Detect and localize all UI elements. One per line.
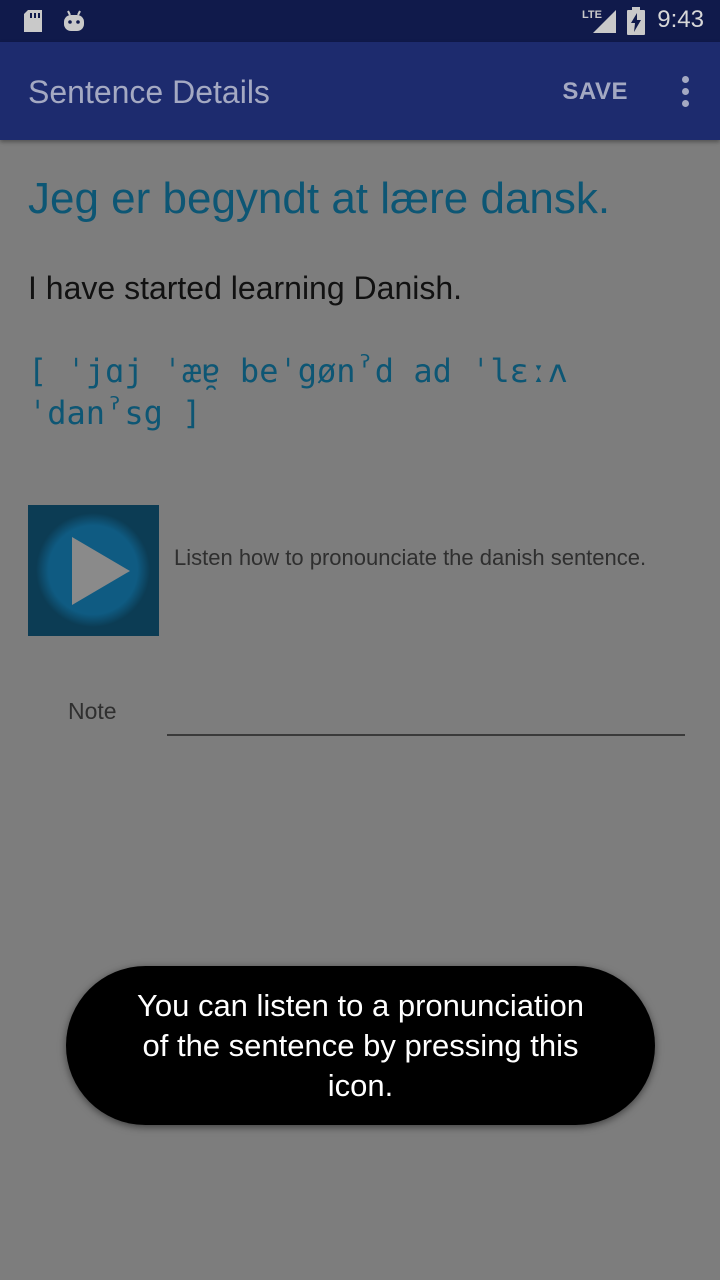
svg-text:LTE: LTE	[582, 9, 602, 21]
lte-signal-icon: LTE	[582, 6, 616, 40]
danish-sentence: Jeg er begyndt at lære dansk.	[28, 174, 611, 223]
android-icon	[62, 9, 86, 37]
ipa-line: ˈdanˀsg ]	[28, 394, 202, 432]
app-bar: Sentence Details SAVE	[0, 42, 720, 140]
toast-message: You can listen to a pronunciation of the…	[137, 987, 584, 1103]
status-bar: LTE 9:43	[0, 0, 720, 42]
clock: 9:43	[657, 6, 704, 33]
note-field[interactable]	[167, 690, 685, 736]
play-icon	[36, 513, 150, 627]
english-translation: I have started learning Danish.	[28, 270, 463, 306]
save-button[interactable]: SAVE	[562, 78, 628, 106]
play-pronunciation-button[interactable]	[28, 505, 159, 636]
overflow-menu-icon[interactable]	[680, 76, 690, 107]
note-label: Note	[68, 698, 117, 724]
battery-charging-icon	[626, 7, 646, 39]
toast: You can listen to a pronunciation of the…	[66, 966, 655, 1125]
listen-description: Listen how to pronounciate the danish se…	[174, 545, 647, 570]
page-title: Sentence Details	[28, 74, 270, 110]
ipa-line: [ ˈjɑj ˈæɐ̯ beˈgønˀd ad ˈlɛːʌ	[28, 352, 568, 390]
ipa-transcription: [ ˈjɑj ˈæɐ̯ beˈgønˀd ad ˈlɛːʌ ˈdanˀsg ]	[28, 350, 628, 434]
sd-card-icon	[22, 9, 44, 37]
